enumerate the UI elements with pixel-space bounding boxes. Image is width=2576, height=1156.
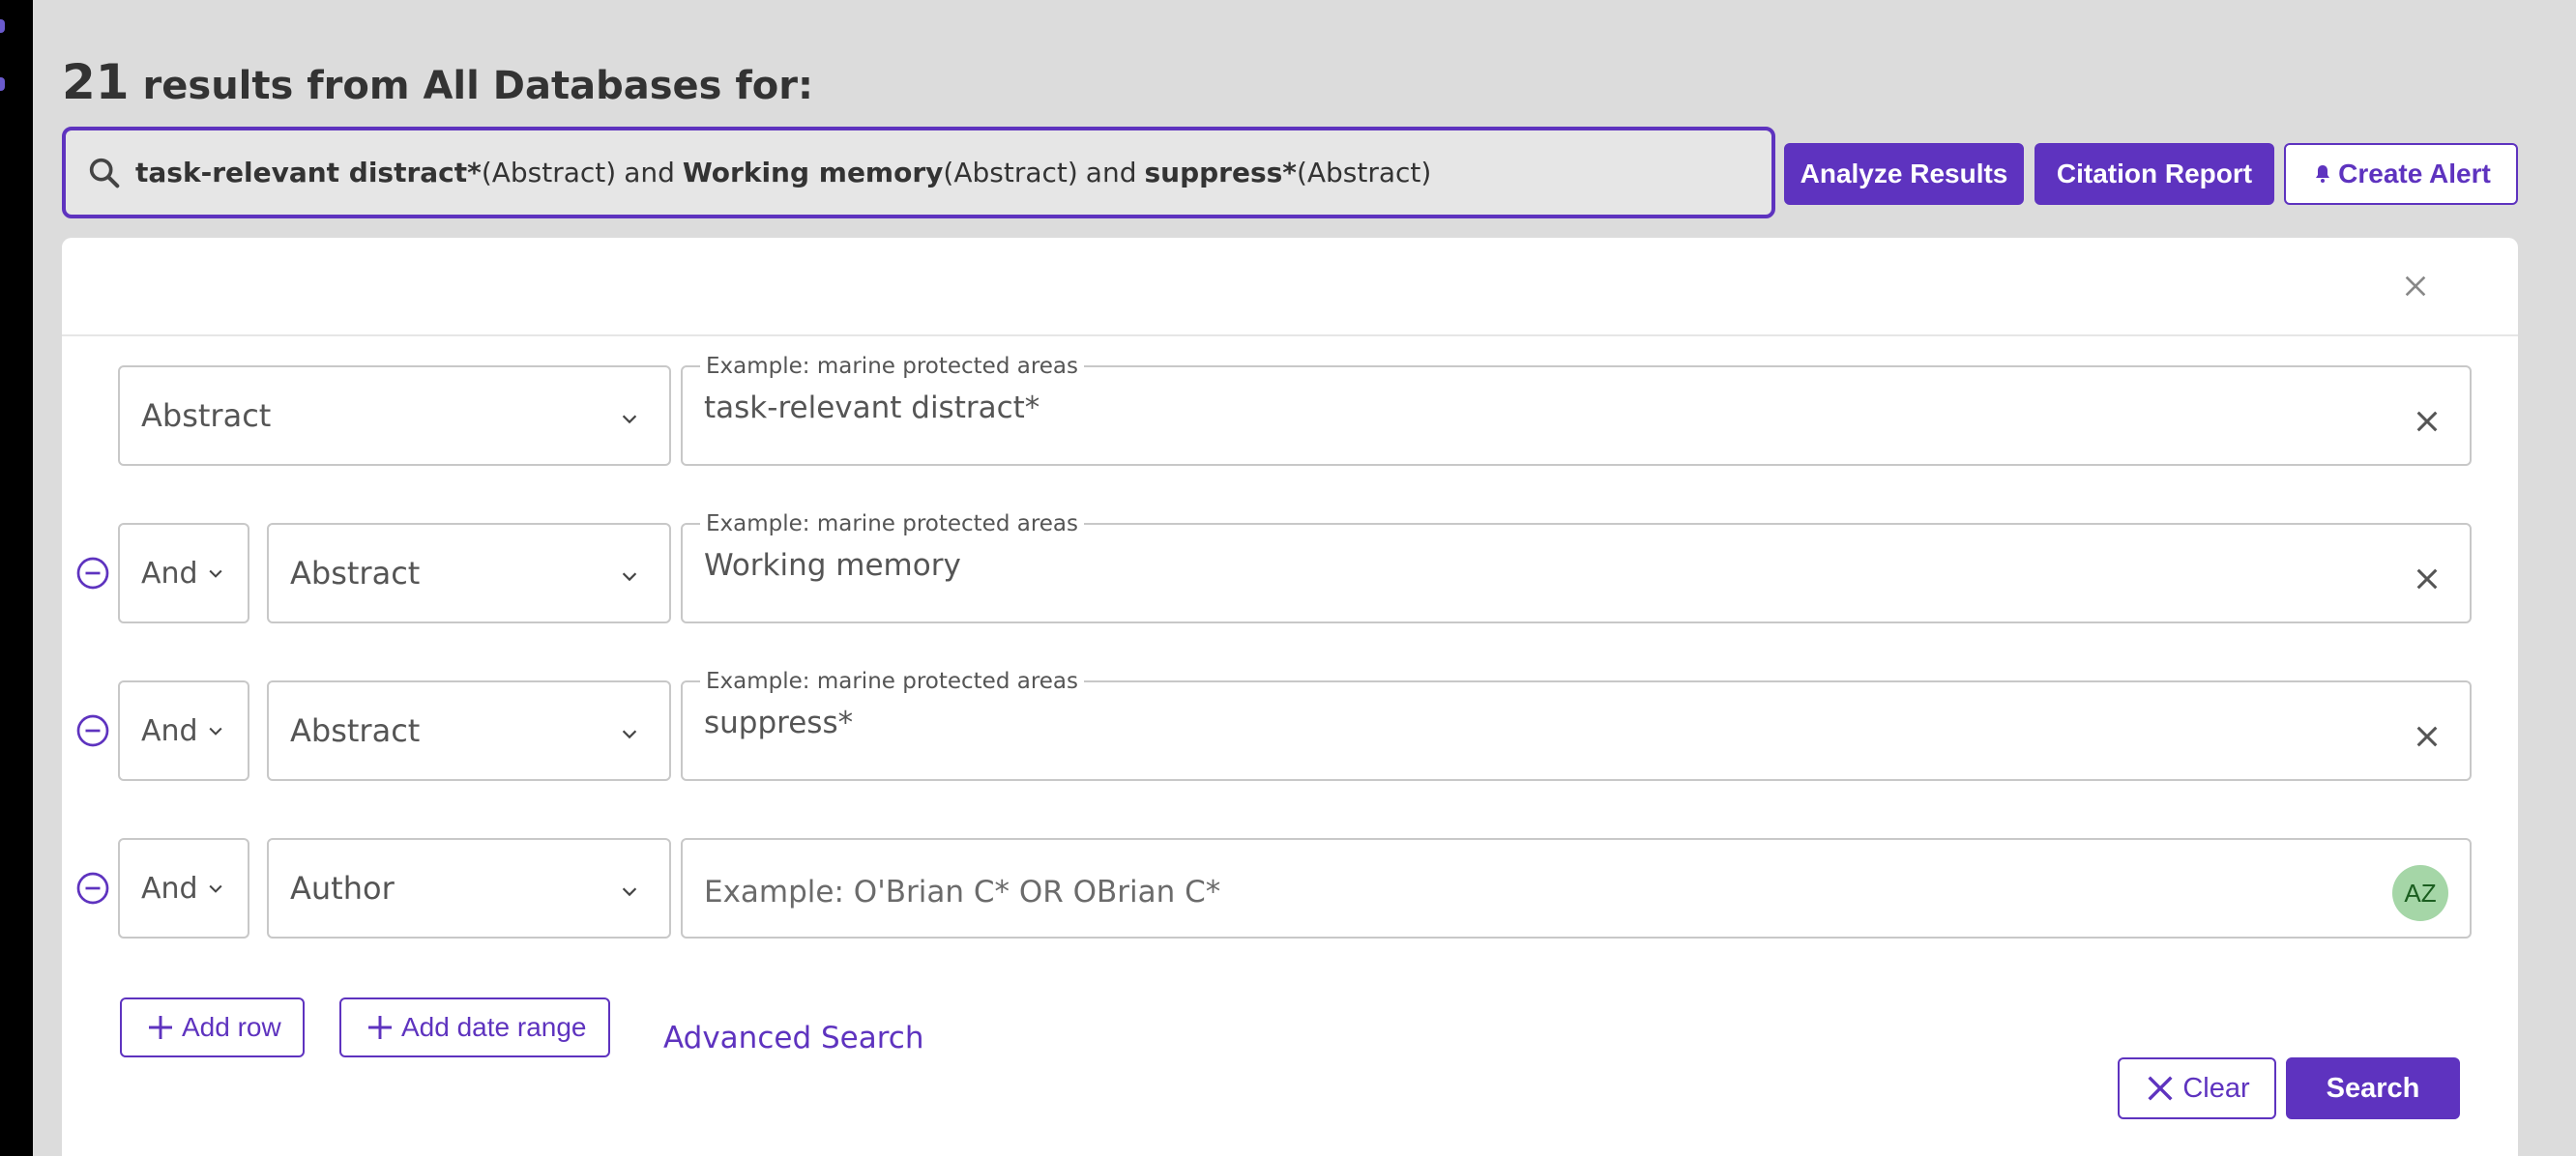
field-select[interactable]: Abstract (118, 365, 671, 466)
remove-row-icon[interactable] (75, 713, 110, 748)
field-example-label: Example: marine protected areas (700, 669, 1085, 694)
field-select-value: Abstract (141, 397, 272, 434)
edge-indicator (0, 19, 5, 33)
result-count: 21 (62, 54, 130, 110)
add-date-range-label: Add date range (401, 1012, 587, 1042)
create-alert-label: Create Alert (2338, 159, 2491, 188)
query-row: And Abstract Example: marine protected a… (62, 669, 2518, 781)
close-icon[interactable] (2400, 271, 2431, 302)
search-builder-panel: Abstract Example: marine protected areas… (62, 238, 2518, 1156)
chevron-down-icon (209, 727, 222, 736)
create-alert-button[interactable]: Create Alert (2284, 143, 2518, 205)
query-field: (Abstract) (943, 157, 1078, 188)
clear-icon[interactable] (2414, 565, 2441, 592)
query-term: Working memory (682, 157, 944, 188)
field-select[interactable]: Abstract (267, 523, 671, 623)
analyze-results-button[interactable]: Analyze Results (1784, 143, 2024, 205)
remove-row-icon[interactable] (75, 871, 110, 906)
boolean-operator-value: And (141, 556, 198, 591)
plus-icon (149, 1016, 172, 1039)
boolean-operator-value: And (141, 871, 198, 906)
boolean-operator-select[interactable]: And (118, 680, 249, 781)
chevron-down-icon (622, 415, 637, 424)
search-term-value: suppress* (704, 706, 854, 740)
field-select[interactable]: Abstract (267, 680, 671, 781)
author-input[interactable]: Example: O'Brian C* OR OBrian C* AZ (681, 838, 2472, 939)
results-heading: 21 results from All Databases for: (62, 54, 813, 110)
add-date-range-button[interactable]: Add date range (339, 997, 610, 1057)
panel-header (62, 238, 2518, 336)
query-operator: and (1085, 157, 1137, 188)
query-summary[interactable]: task-relevant distract* (Abstract) and Wor… (62, 127, 1775, 218)
search-term-input[interactable]: Example: marine protected areas task-rel… (681, 354, 2472, 466)
search-icon (89, 158, 120, 188)
search-button[interactable]: Search (2286, 1057, 2460, 1119)
citation-report-button[interactable]: Citation Report (2034, 143, 2274, 205)
field-select[interactable]: Author (267, 838, 671, 939)
clear-label: Clear (2182, 1072, 2250, 1104)
query-operator: and (624, 157, 675, 188)
chevron-down-icon (209, 569, 222, 578)
search-term-value: task-relevant distract* (704, 390, 1040, 425)
query-term: task-relevant distract* (135, 157, 482, 188)
field-select-value: Abstract (290, 712, 421, 749)
plus-icon (368, 1016, 392, 1039)
boolean-operator-value: And (141, 713, 198, 748)
boolean-operator-select[interactable]: And (118, 523, 249, 623)
field-select-value: Abstract (290, 555, 421, 592)
add-row-button[interactable]: Add row (120, 997, 305, 1057)
query-field: (Abstract) (1296, 157, 1432, 188)
chevron-down-icon (209, 884, 222, 893)
clear-icon[interactable] (2414, 408, 2441, 435)
chevron-down-icon (622, 887, 637, 897)
search-term-input[interactable]: Example: marine protected areas Working … (681, 511, 2472, 623)
add-row-label: Add row (182, 1012, 281, 1042)
clear-icon[interactable] (2414, 723, 2441, 750)
remove-row-icon[interactable] (75, 556, 110, 591)
clear-button[interactable]: Clear (2118, 1057, 2276, 1119)
query-row: Abstract Example: marine protected areas… (62, 354, 2518, 466)
boolean-operator-select[interactable]: And (118, 838, 249, 939)
chevron-down-icon (622, 572, 637, 582)
field-select-value: Author (290, 870, 395, 907)
search-term-value: Working memory (704, 548, 961, 583)
field-example-label: Example: marine protected areas (700, 511, 1085, 536)
query-row: And Author Example: O'Brian C* OR OBrian… (62, 838, 2518, 939)
search-term-input[interactable]: Example: marine protected areas suppress… (681, 669, 2472, 781)
author-index-icon[interactable]: AZ (2392, 865, 2448, 921)
advanced-search-link[interactable]: Advanced Search (663, 1021, 923, 1055)
left-edge-strip (0, 0, 33, 1156)
author-placeholder: Example: O'Brian C* OR OBrian C* (704, 875, 1221, 910)
bell-icon (2316, 165, 2330, 183)
edge-indicator (0, 77, 5, 91)
results-text: results from All Databases for: (142, 64, 813, 108)
chevron-down-icon (622, 730, 637, 739)
query-field: (Abstract) (481, 157, 617, 188)
query-row: And Abstract Example: marine protected a… (62, 511, 2518, 623)
close-icon (2148, 1076, 2173, 1101)
field-example-label: Example: marine protected areas (700, 354, 1085, 379)
query-term: suppress* (1144, 157, 1297, 188)
